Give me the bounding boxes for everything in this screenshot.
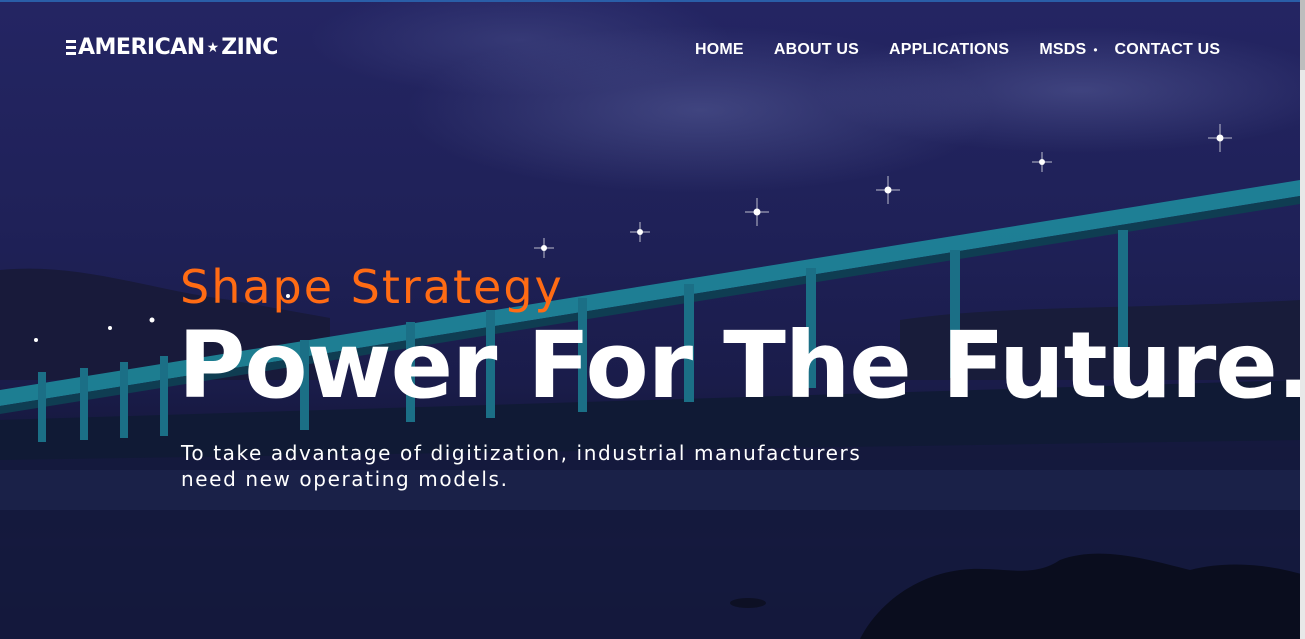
hero-headline: Power For The Future. (178, 312, 1305, 419)
logo-star-icon: ★ (206, 38, 220, 55)
nav-item-contact-us[interactable]: CONTACT US (1115, 38, 1221, 62)
nav-item-applications[interactable]: APPLICATIONS (889, 38, 1009, 62)
main-navigation: HOME ABOUT US APPLICATIONS MSDS • CONTAC… (680, 38, 1235, 62)
logo-word-zinc: ZINC (221, 34, 278, 60)
scrollbar-thumb[interactable] (1300, 0, 1305, 70)
hero-eyebrow: Shape Strategy (180, 260, 564, 314)
nav-item-msds[interactable]: MSDS (1039, 38, 1086, 62)
logo-word-american: AMERICAN (78, 34, 205, 60)
logo-speed-bars-icon (66, 39, 76, 55)
page-scrollbar[interactable] (1300, 0, 1305, 639)
dropdown-indicator-icon[interactable]: • (1093, 38, 1097, 62)
nav-item-home[interactable]: HOME (695, 38, 744, 62)
hero-section: AMERICAN ★ ZINC HOME ABOUT US APPLICATIO… (0, 0, 1305, 639)
hero-subtext: To take advantage of digitization, indus… (181, 441, 862, 491)
nav-item-about-us[interactable]: ABOUT US (774, 38, 859, 62)
american-zinc-logo[interactable]: AMERICAN ★ ZINC (66, 34, 278, 60)
